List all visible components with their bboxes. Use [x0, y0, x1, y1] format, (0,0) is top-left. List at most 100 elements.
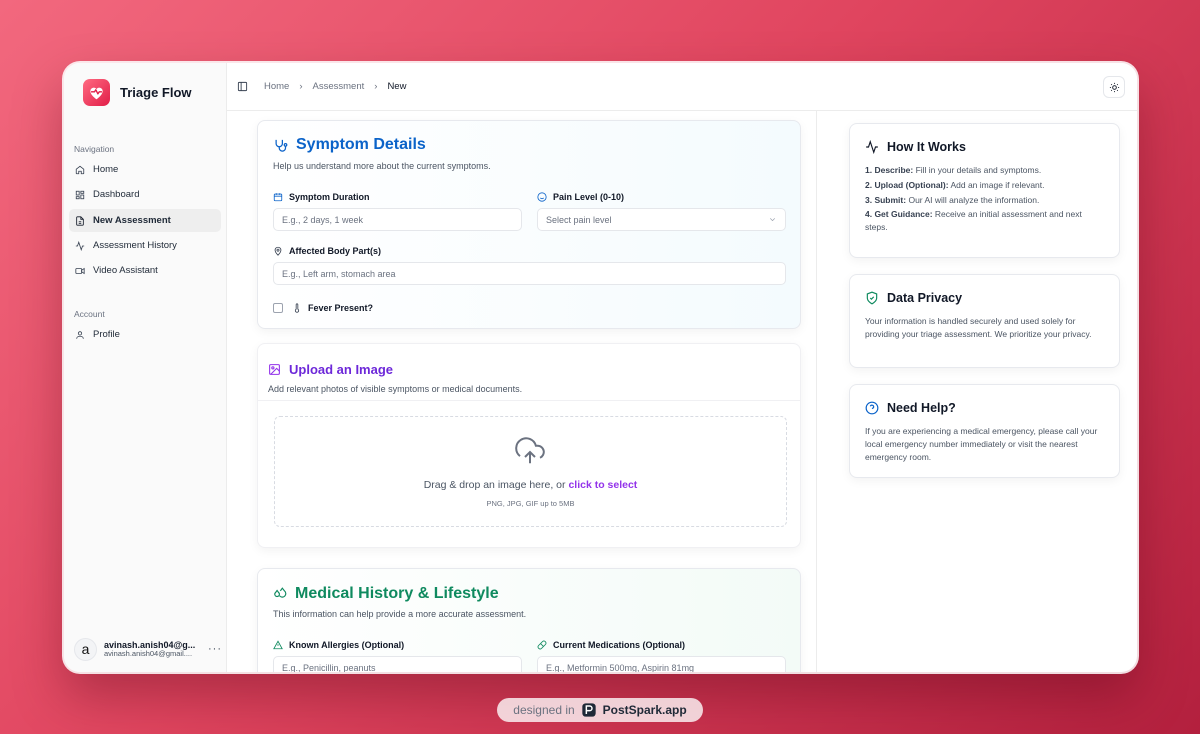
breadcrumb-assessment[interactable]: Assessment — [313, 81, 365, 92]
smile-icon — [537, 192, 547, 202]
app-name: Triage Flow — [120, 85, 192, 100]
sidebar-item-new-assessment[interactable]: New Assessment — [69, 209, 221, 232]
brand[interactable]: Triage Flow — [83, 79, 192, 106]
how-it-works-title: How It Works — [865, 140, 966, 154]
shield-check-icon — [866, 291, 878, 305]
pain-level-label: Pain Level (0-10) — [537, 192, 624, 202]
postspark-badge[interactable]: designed in PostSpark.app — [497, 698, 703, 722]
user-icon — [76, 330, 84, 339]
sidebar-item-label: Profile — [93, 329, 120, 340]
user-menu[interactable]: a avinash.anish04@g... avinash.anish04@g… — [74, 634, 222, 664]
chevron-right-icon: › — [374, 81, 378, 92]
sun-icon — [1109, 82, 1119, 92]
image-icon — [269, 364, 280, 375]
droplets-icon — [274, 587, 287, 598]
upload-divider — [258, 400, 800, 401]
activity-icon — [866, 140, 878, 154]
badge-prefix: designed in — [513, 703, 575, 717]
breadcrumb: Home › Assessment › New — [264, 81, 406, 92]
pain-level-placeholder: Select pain level — [546, 214, 612, 225]
column-divider — [816, 111, 817, 672]
sidebar-item-label: Dashboard — [93, 189, 140, 200]
step-item: 2. Upload (Optional): Add an image if re… — [865, 179, 1045, 190]
data-privacy-text: Your information is handled securely and… — [865, 316, 1092, 340]
current-medications-label: Current Medications (Optional) — [537, 640, 685, 650]
click-to-select-link[interactable]: click to select — [568, 479, 637, 491]
account-section-label: Account — [74, 309, 105, 319]
step-item: 3. Submit: Our AI will analyze the infor… — [865, 194, 1040, 205]
affected-body-part-input[interactable] — [273, 262, 786, 285]
medical-history-description: This information can help provide a more… — [273, 609, 527, 619]
content-scroll-area[interactable]: Symptom Details Help us understand more … — [227, 111, 1137, 672]
video-icon — [75, 267, 85, 274]
image-dropzone[interactable]: Drag & drop an image here, or click to s… — [274, 416, 787, 527]
home-icon — [75, 165, 85, 174]
known-allergies-label: Known Allergies (Optional) — [273, 640, 404, 650]
affected-body-part-label: Affected Body Part(s) — [273, 246, 381, 256]
symptom-duration-label: Symptom Duration — [273, 192, 370, 202]
calendar-icon — [273, 193, 283, 202]
badge-brand: PostSpark.app — [602, 703, 687, 717]
warning-triangle-icon — [273, 640, 283, 650]
postspark-logo-icon — [582, 703, 596, 717]
how-it-works-card: How It Works 1. Describe: Fill in your d… — [849, 123, 1120, 258]
upload-image-card: Upload an Image Add relevant photos of v… — [257, 343, 801, 548]
sidebar-item-label: New Assessment — [93, 215, 171, 226]
activity-icon — [75, 240, 85, 251]
sidebar: Triage Flow Navigation Home Dashboard Ne… — [64, 63, 227, 672]
data-privacy-title: Data Privacy — [865, 291, 962, 305]
medical-history-card: Medical History & Lifestyle This informa… — [257, 568, 801, 672]
symptom-details-card: Symptom Details Help us understand more … — [257, 120, 801, 329]
app-window: Triage Flow Navigation Home Dashboard Ne… — [64, 63, 1137, 672]
symptom-details-description: Help us understand more about the curren… — [273, 161, 491, 171]
cloud-upload-icon — [515, 437, 545, 472]
how-it-works-steps: 1. Describe: Fill in your details and sy… — [865, 164, 1105, 236]
need-help-text: If you are experiencing a medical emerge… — [865, 426, 1098, 463]
step-item: 1. Describe: Fill in your details and sy… — [865, 165, 1042, 175]
dropzone-text: Drag & drop an image here, or click to s… — [423, 479, 638, 491]
map-pin-icon — [274, 246, 282, 256]
chevron-down-icon — [769, 218, 776, 222]
user-email: avinash.anish04@gmail.... — [104, 648, 193, 658]
upload-image-title: Upload an Image — [268, 362, 393, 377]
theme-toggle-button[interactable] — [1103, 76, 1125, 98]
step-item: 4. Get Guidance: Receive an initial asse… — [865, 209, 1082, 232]
sidebar-item-label: Assessment History — [93, 240, 177, 251]
known-allergies-input[interactable] — [273, 656, 522, 672]
top-bar: Home › Assessment › New — [227, 63, 1137, 111]
thermometer-icon — [294, 303, 300, 313]
dashboard-icon — [75, 190, 85, 199]
sidebar-item-home[interactable]: Home — [69, 158, 221, 181]
heart-pulse-logo-icon — [83, 79, 110, 106]
help-circle-icon — [865, 401, 879, 415]
file-icon — [76, 215, 84, 226]
sidebar-item-profile[interactable]: Profile — [69, 323, 221, 346]
need-help-card: Need Help? If you are experiencing a med… — [849, 384, 1120, 478]
sidebar-toggle-icon[interactable] — [237, 81, 248, 92]
more-options-icon[interactable]: ··· — [208, 643, 222, 655]
fever-present-row: Fever Present? — [273, 303, 373, 313]
upload-format-hint: PNG, JPG, GIF up to 5MB — [486, 499, 575, 508]
upload-image-description: Add relevant photos of visible symptoms … — [268, 384, 523, 394]
symptom-details-title: Symptom Details — [273, 136, 426, 154]
sidebar-item-label: Home — [93, 164, 119, 175]
avatar: a — [74, 637, 97, 661]
fever-label[interactable]: Fever Present? — [308, 303, 373, 313]
current-medications-input[interactable] — [537, 656, 786, 672]
pill-icon — [537, 640, 547, 650]
medical-history-title: Medical History & Lifestyle — [273, 585, 499, 603]
chevron-right-icon: › — [299, 81, 303, 92]
sidebar-item-dashboard[interactable]: Dashboard — [69, 183, 221, 206]
sidebar-item-video-assistant[interactable]: Video Assistant — [69, 259, 221, 282]
main-area: Home › Assessment › New Symptom Details … — [227, 63, 1137, 672]
data-privacy-card: Data Privacy Your information is handled… — [849, 274, 1120, 368]
nav-section-label: Navigation — [74, 144, 115, 154]
breadcrumb-home[interactable]: Home — [264, 81, 289, 92]
fever-checkbox[interactable] — [273, 303, 283, 313]
sidebar-item-assessment-history[interactable]: Assessment History — [69, 234, 221, 257]
pain-level-select[interactable]: Select pain level — [537, 208, 786, 231]
breadcrumb-current: New — [387, 81, 407, 92]
need-help-title: Need Help? — [865, 401, 956, 415]
stethoscope-icon — [275, 139, 288, 152]
symptom-duration-input[interactable] — [273, 208, 522, 231]
